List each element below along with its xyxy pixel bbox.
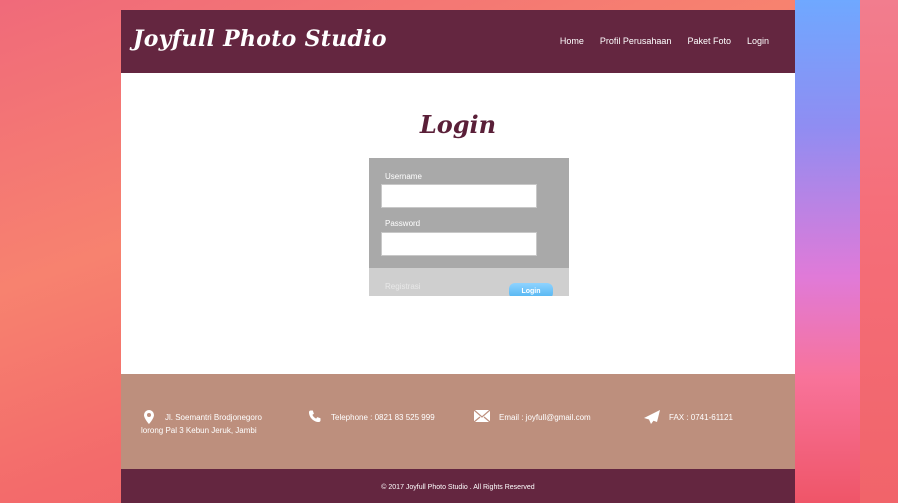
site-logo[interactable]: Joyfull Photo Studio bbox=[133, 26, 387, 52]
username-input[interactable] bbox=[381, 184, 537, 208]
fax-text: FAX : 0741-61121 bbox=[669, 413, 733, 422]
register-link[interactable]: Registrasi bbox=[385, 282, 421, 291]
address-line-2: lorong Pal 3 Kebun Jeruk, Jambi bbox=[141, 426, 257, 435]
paper-plane-icon bbox=[644, 410, 660, 424]
footer-fax: FAX : 0741-61121 bbox=[643, 409, 733, 425]
footer-email: Email : joyfull@gmail.com bbox=[473, 409, 591, 424]
nav-profil-perusahaan[interactable]: Profil Perusahaan bbox=[600, 36, 672, 46]
mail-icon bbox=[473, 409, 491, 423]
background-decoration-right-edge bbox=[860, 0, 898, 503]
nav-home[interactable]: Home bbox=[560, 36, 584, 46]
phone-icon bbox=[309, 410, 321, 422]
nav-paket-foto[interactable]: Paket Foto bbox=[687, 36, 731, 46]
login-button[interactable]: Login bbox=[509, 283, 553, 296]
footer-telephone: Telephone : 0821 83 525 999 bbox=[307, 409, 435, 425]
login-form-actions: Registrasi Login bbox=[369, 268, 569, 296]
footer-address: Jl. Soemantri Brodjonegoro lorong Pal 3 … bbox=[141, 409, 262, 437]
login-form: Username Password bbox=[369, 158, 569, 268]
nav-login[interactable]: Login bbox=[747, 36, 769, 46]
password-input[interactable] bbox=[381, 232, 537, 256]
telephone-text: Telephone : 0821 83 525 999 bbox=[331, 413, 435, 422]
main-nav: Home Profil Perusahaan Paket Foto Login bbox=[560, 36, 769, 46]
site-footer: Jl. Soemantri Brodjonegoro lorong Pal 3 … bbox=[121, 374, 795, 469]
page-title: Login bbox=[419, 110, 497, 139]
site-header: Joyfull Photo Studio Home Profil Perusah… bbox=[121, 10, 795, 73]
page-container: Joyfull Photo Studio Home Profil Perusah… bbox=[121, 10, 795, 503]
username-label: Username bbox=[385, 172, 422, 181]
address-line-1: Jl. Soemantri Brodjonegoro bbox=[165, 413, 262, 422]
email-text: Email : joyfull@gmail.com bbox=[499, 413, 591, 422]
password-label: Password bbox=[385, 219, 421, 228]
copyright-text: © 2017 Joyfull Photo Studio . All Rights… bbox=[381, 484, 535, 491]
copyright-bar: © 2017 Joyfull Photo Studio . All Rights… bbox=[121, 469, 795, 503]
